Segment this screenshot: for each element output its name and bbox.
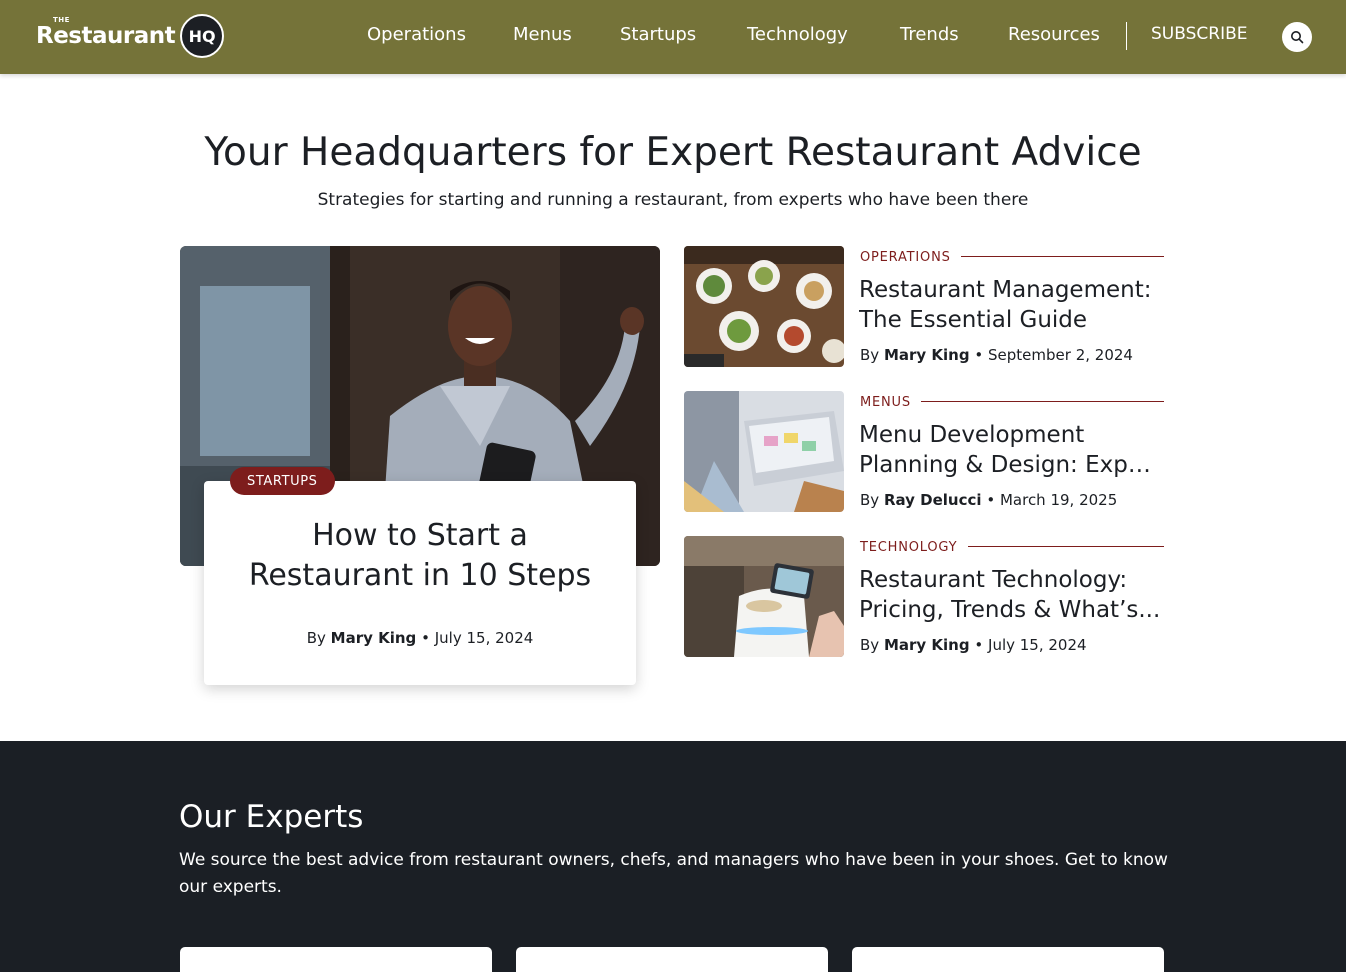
nav-item-startups[interactable]: Startups — [620, 24, 696, 45]
category-rule — [961, 256, 1164, 257]
page-subtitle: Strategies for starting and running a re… — [317, 190, 1029, 210]
byline-prefix: By — [860, 636, 880, 654]
meta-separator: • — [421, 629, 430, 647]
article-date: March 19, 2025 — [999, 491, 1118, 509]
logo-the: THE — [53, 16, 70, 24]
nav-item-technology[interactable]: Technology — [747, 24, 848, 45]
article-image-operations[interactable] — [684, 246, 844, 367]
article-title-technology[interactable]: Restaurant Technology: Pricing, Trends &… — [859, 565, 1164, 625]
menus-photo — [684, 391, 844, 512]
title-line: Planning & Design: Exper... — [859, 452, 1164, 478]
meta-separator: • — [986, 491, 996, 509]
nav-divider — [1126, 22, 1127, 50]
expert-card[interactable] — [180, 947, 492, 972]
title-line: Restaurant Technology: — [859, 567, 1128, 593]
featured-article-title[interactable]: How to Start a Restaurant in 10 Steps — [204, 516, 636, 596]
nav-item-operations[interactable]: Operations — [367, 24, 466, 45]
article-meta-menus: By Ray Delucci • March 19, 2025 — [860, 491, 1117, 509]
article-category-technology[interactable]: TECHNOLOGY — [860, 540, 957, 555]
subscribe-link[interactable]: SUBSCRIBE — [1151, 24, 1248, 44]
article-author[interactable]: Ray Delucci — [884, 491, 982, 509]
featured-author[interactable]: Mary King — [331, 629, 417, 647]
operations-photo — [684, 246, 844, 367]
nav-item-resources[interactable]: Resources — [1008, 24, 1100, 45]
article-title-operations[interactable]: Restaurant Management: The Essential Gui… — [859, 275, 1164, 335]
search-icon — [1291, 31, 1304, 44]
featured-date: July 15, 2024 — [434, 629, 534, 647]
featured-category-pill[interactable]: STARTUPS — [230, 467, 335, 495]
expert-card[interactable] — [852, 947, 1164, 972]
experts-title: Our Experts — [179, 799, 364, 835]
article-meta-operations: By Mary King • September 2, 2024 — [860, 346, 1133, 364]
byline-prefix: By — [860, 491, 880, 509]
article-date: July 15, 2024 — [988, 636, 1087, 654]
article-image-technology[interactable] — [684, 536, 844, 657]
article-category-operations[interactable]: OPERATIONS — [860, 250, 951, 265]
technology-photo — [684, 536, 844, 657]
meta-separator: • — [974, 636, 984, 654]
byline-prefix: By — [306, 629, 326, 647]
featured-article-meta: By Mary King • July 15, 2024 — [204, 629, 636, 647]
article-meta-technology: By Mary King • July 15, 2024 — [860, 636, 1087, 654]
expert-card[interactable] — [516, 947, 828, 972]
experts-description: We source the best advice from restauran… — [179, 850, 1168, 897]
article-image-menus[interactable] — [684, 391, 844, 512]
title-line: Restaurant Management: — [859, 277, 1152, 303]
site-logo[interactable]: THE Restaurant HQ — [36, 14, 225, 58]
article-author[interactable]: Mary King — [884, 346, 970, 364]
nav-item-trends[interactable]: Trends — [900, 24, 959, 45]
featured-title-line2: Restaurant in 10 Steps — [248, 558, 592, 593]
experts-section: Our Experts We source the best advice fr… — [0, 741, 1346, 972]
title-line: The Essential Guide — [859, 307, 1088, 333]
category-rule — [921, 401, 1164, 402]
nav-item-menus[interactable]: Menus — [513, 24, 572, 45]
meta-separator: • — [974, 346, 984, 364]
page-title: Your Headquarters for Expert Restaurant … — [204, 130, 1142, 175]
article-title-menus[interactable]: Menu Development Planning & Design: Expe… — [859, 420, 1164, 480]
article-date: September 2, 2024 — [988, 346, 1133, 364]
title-line: Pricing, Trends & What’s... — [859, 597, 1161, 623]
article-author[interactable]: Mary King — [884, 636, 970, 654]
logo-name: Restaurant — [36, 23, 176, 49]
title-line: Menu Development — [859, 422, 1085, 448]
byline-prefix: By — [860, 346, 880, 364]
featured-title-line1: How to Start a — [312, 518, 528, 553]
logo-wordmark: THE Restaurant — [36, 16, 176, 49]
site-header: THE Restaurant HQ Operations Menus Start… — [0, 0, 1346, 74]
article-category-menus[interactable]: MENUS — [860, 395, 911, 410]
category-rule — [968, 546, 1164, 547]
logo-badge: HQ — [180, 14, 225, 58]
search-button[interactable] — [1282, 22, 1312, 52]
